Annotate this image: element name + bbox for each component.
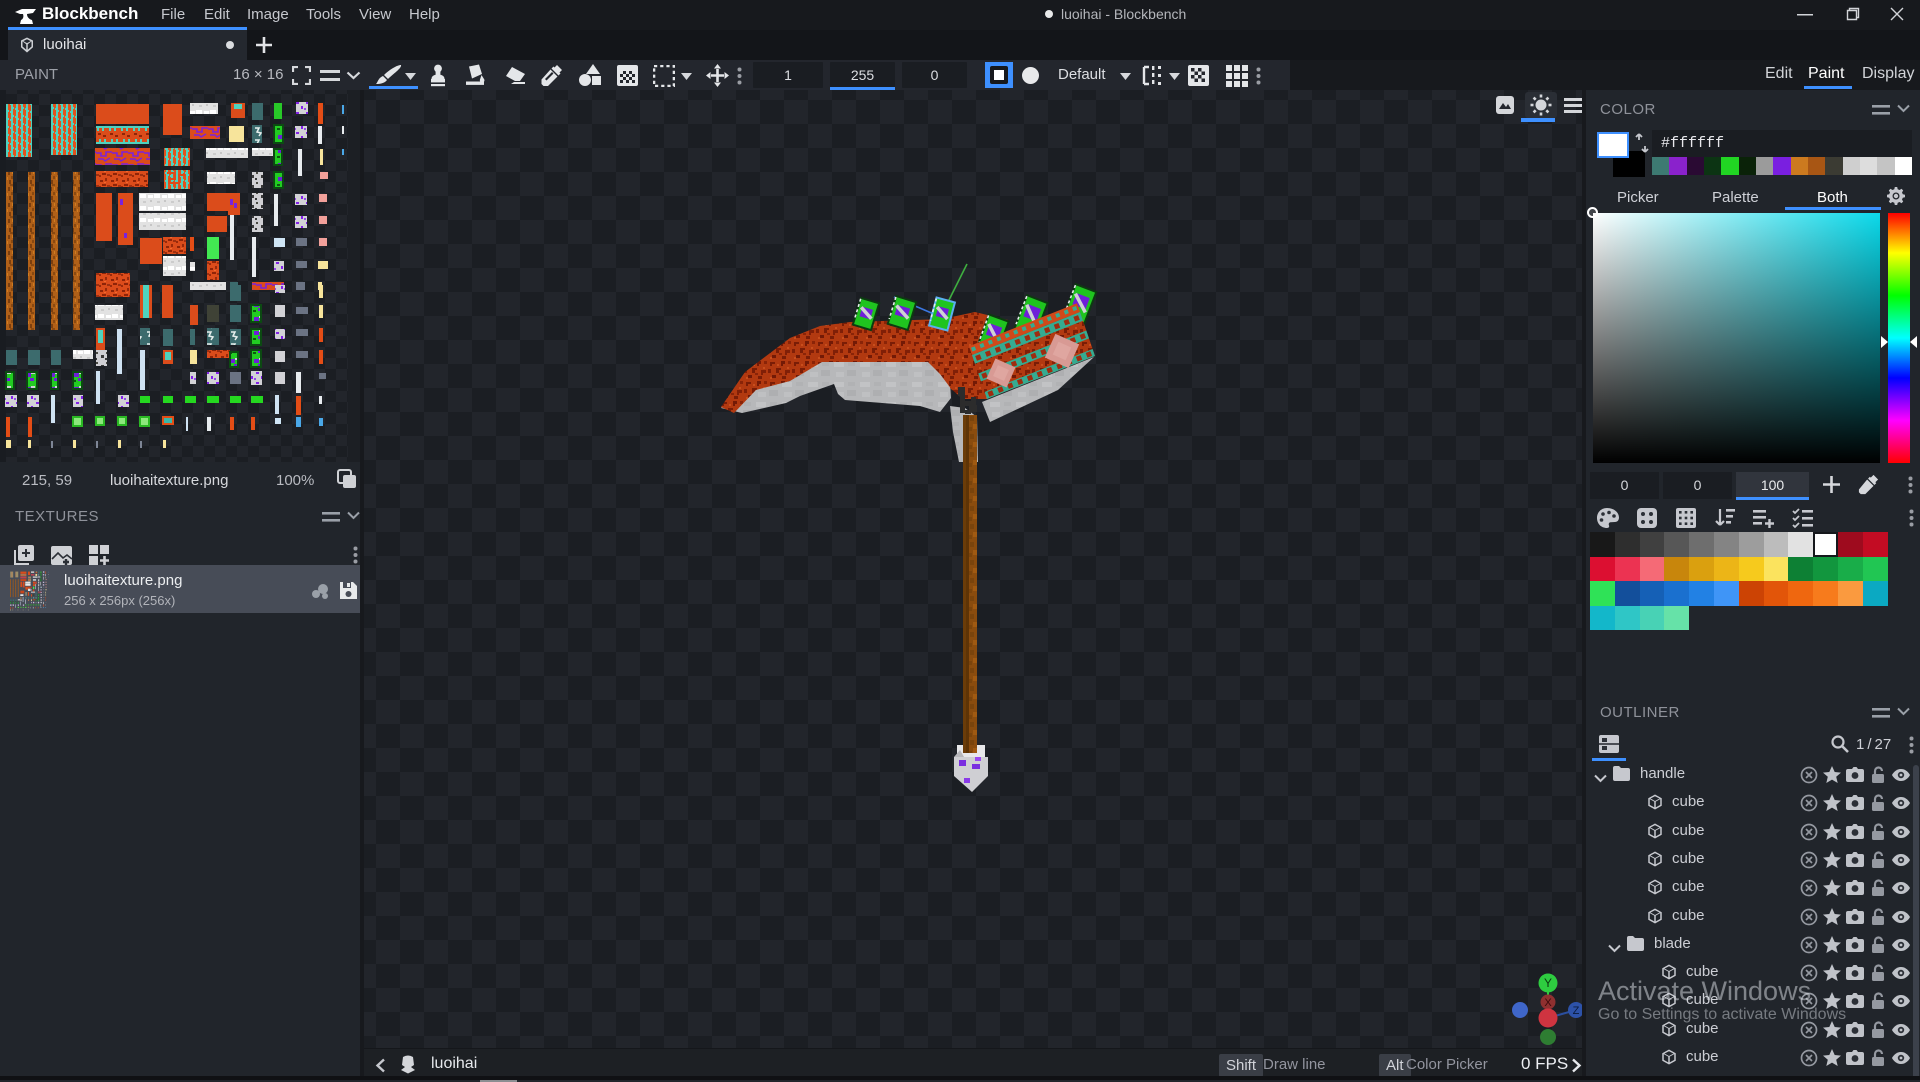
svg-text:X: X [1544,997,1552,1009]
svg-text:Z: Z [1573,1005,1580,1017]
svg-text:Y: Y [1544,976,1552,990]
